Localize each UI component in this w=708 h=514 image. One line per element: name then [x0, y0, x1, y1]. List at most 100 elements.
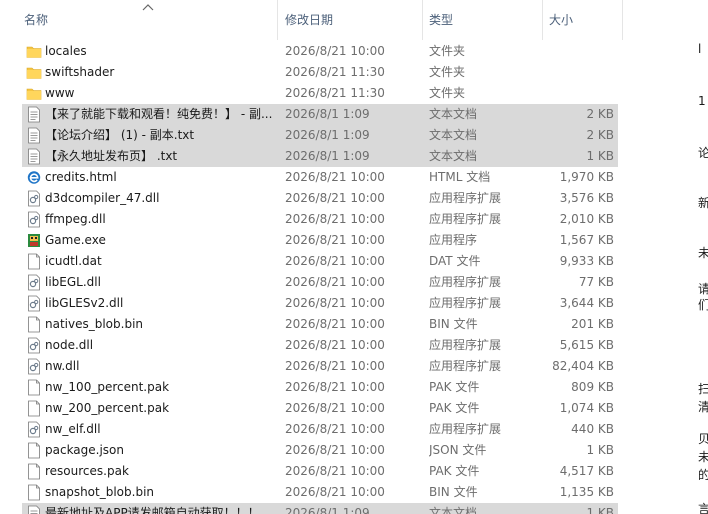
- file-type: BIN 文件: [429, 317, 478, 331]
- blank-file-icon: [26, 400, 42, 417]
- file-type: JSON 文件: [429, 443, 487, 457]
- column-header-date[interactable]: 修改日期: [279, 0, 423, 40]
- file-size: 1,970 KB: [559, 170, 614, 184]
- file-row[interactable]: package.json 2026/8/21 10:00 JSON 文件 1 KB: [0, 440, 694, 461]
- file-row[interactable]: credits.html 2026/8/21 10:00 HTML 文档 1,970 …: [0, 167, 694, 188]
- preview-text: 未: [698, 246, 708, 260]
- file-row[interactable]: nw_elf.dll 2026/8/21 10:00 应用程序扩展 440 KB: [0, 419, 694, 440]
- file-row[interactable]: ffmpeg.dll 2026/8/21 10:00 应用程序扩展 2,010 KB: [0, 209, 694, 230]
- file-size: 9,933 KB: [559, 254, 614, 268]
- file-size: [548, 41, 614, 62]
- file-row[interactable]: www 2026/8/21 11:30 文件夹: [0, 83, 694, 104]
- file-type: 文件夹: [429, 44, 466, 58]
- file-date: 2026/8/21 10:00: [285, 233, 385, 247]
- file-row[interactable]: 最新地址及APP请发邮箱自动获取！！！... 2026/8/1 1:09 文本文档 1…: [0, 503, 694, 514]
- file-size: 4,517 KB: [559, 464, 614, 478]
- preview-text: 扫: [698, 382, 708, 396]
- file-size: 82,404 KB: [552, 359, 614, 373]
- file-type: HTML 文档: [429, 170, 491, 184]
- preview-text: 的: [698, 468, 708, 482]
- file-name: libEGL.dll: [45, 275, 101, 289]
- file-type: PAK 文件: [429, 464, 480, 478]
- file-name: d3dcompiler_47.dll: [45, 191, 160, 205]
- file-size: 809 KB: [571, 380, 614, 394]
- file-size: 1 KB: [586, 443, 614, 457]
- file-row[interactable]: d3dcompiler_47.dll 2026/8/21 10:00 应用程序扩展 3…: [0, 188, 694, 209]
- file-name: node.dll: [45, 338, 94, 352]
- file-row[interactable]: libEGL.dll 2026/8/21 10:00 应用程序扩展 77 KB: [0, 272, 694, 293]
- file-row[interactable]: node.dll 2026/8/21 10:00 应用程序扩展 5,615 KB: [0, 335, 694, 356]
- file-size: 3,644 KB: [559, 296, 614, 310]
- file-date: 2026/8/1 1:09: [285, 149, 370, 163]
- file-size: 5,615 KB: [559, 338, 614, 352]
- file-date: 2026/8/21 10:00: [285, 464, 385, 478]
- file-type: 文本文档: [429, 128, 478, 142]
- folder-icon: [26, 43, 42, 60]
- file-row[interactable]: swiftshader 2026/8/21 11:30 文件夹: [0, 62, 694, 83]
- column-header-name-label: 名称: [24, 13, 49, 27]
- preview-text: 1: [698, 94, 706, 108]
- file-row[interactable]: resources.pak 2026/8/21 10:00 PAK 文件 4,517 …: [0, 461, 694, 482]
- file-name: natives_blob.bin: [45, 317, 144, 331]
- file-row[interactable]: 【永久地址发布页】 .txt 2026/8/1 1:09 文本文档 1 KB: [0, 146, 694, 167]
- file-row[interactable]: icudtl.dat 2026/8/21 10:00 DAT 文件 9,933 KB: [0, 251, 694, 272]
- file-size: [548, 83, 614, 104]
- file-type: PAK 文件: [429, 380, 480, 394]
- file-date: 2026/8/21 10:00: [285, 485, 385, 499]
- file-row[interactable]: 【论坛介绍】 (1) - 副本.txt 2026/8/1 1:09 文本文档 2 KB: [0, 125, 694, 146]
- file-row[interactable]: nw_100_percent.pak 2026/8/21 10:00 PAK 文件 8…: [0, 377, 694, 398]
- file-type: 文本文档: [429, 107, 478, 121]
- dll-file-icon: [26, 274, 42, 291]
- file-name: Game.exe: [45, 233, 106, 247]
- file-name: ffmpeg.dll: [45, 212, 106, 226]
- blank-file-icon: [26, 316, 42, 333]
- file-type: 文件夹: [429, 86, 466, 100]
- preview-text: l: [698, 42, 702, 56]
- file-date: 2026/8/21 10:00: [285, 380, 385, 394]
- file-name: nw_100_percent.pak: [45, 380, 170, 394]
- file-row[interactable]: libGLESv2.dll 2026/8/21 10:00 应用程序扩展 3,644 …: [0, 293, 694, 314]
- file-date: 2026/8/21 10:00: [285, 44, 385, 58]
- file-name: 【论坛介绍】 (1) - 副本.txt: [45, 128, 195, 142]
- file-row[interactable]: nw_200_percent.pak 2026/8/21 10:00 PAK 文件 1…: [0, 398, 694, 419]
- file-date: 2026/8/21 10:00: [285, 275, 385, 289]
- file-name: 【来了就能下载和观看！纯免费！】 - 副...: [45, 107, 273, 121]
- file-date: 2026/8/21 10:00: [285, 338, 385, 352]
- file-row[interactable]: nw.dll 2026/8/21 10:00 应用程序扩展 82,404 KB: [0, 356, 694, 377]
- preview-pane: l1论新未请们扫清贝未的言: [694, 0, 708, 514]
- file-row[interactable]: Game.exe 2026/8/21 10:00 应用程序 1,567 KB: [0, 230, 694, 251]
- blank-file-icon: [26, 253, 42, 270]
- dll-file-icon: [26, 211, 42, 228]
- file-row[interactable]: locales 2026/8/21 10:00 文件夹: [0, 41, 694, 62]
- file-name: locales: [45, 44, 87, 58]
- dll-file-icon: [26, 358, 42, 375]
- file-type: 应用程序扩展: [429, 359, 502, 373]
- file-date: 2026/8/21 10:00: [285, 317, 385, 331]
- file-name: package.json: [45, 443, 125, 457]
- file-type: 应用程序扩展: [429, 191, 502, 205]
- file-row[interactable]: snapshot_blob.bin 2026/8/21 10:00 BIN 文件 1,…: [0, 482, 694, 503]
- file-name: libGLESv2.dll: [45, 296, 124, 310]
- folder-icon: [26, 64, 42, 81]
- dll-file-icon: [26, 295, 42, 312]
- preview-text: 未: [698, 450, 708, 464]
- file-size: 1,567 KB: [559, 233, 614, 247]
- file-type: BIN 文件: [429, 485, 478, 499]
- file-row[interactable]: 【来了就能下载和观看！纯免费！】 - 副... 2026/8/1 1:09 文本文档…: [0, 104, 694, 125]
- file-row[interactable]: natives_blob.bin 2026/8/21 10:00 BIN 文件 201…: [0, 314, 694, 335]
- file-date: 2026/8/21 10:00: [285, 443, 385, 457]
- file-name: 【永久地址发布页】 .txt: [45, 149, 178, 163]
- column-header-size[interactable]: 大小: [543, 0, 623, 40]
- file-date: 2026/8/21 10:00: [285, 191, 385, 205]
- file-type: 文件夹: [429, 65, 466, 79]
- file-type: 文本文档: [429, 149, 478, 163]
- file-date: 2026/8/21 10:00: [285, 170, 385, 184]
- file-date: 2026/8/21 11:30: [285, 86, 385, 100]
- file-name: nw.dll: [45, 359, 80, 373]
- file-size: 440 KB: [571, 422, 614, 436]
- file-type: 文本文档: [429, 506, 478, 514]
- file-size: 1,074 KB: [559, 401, 614, 415]
- column-header-type[interactable]: 类型: [423, 0, 543, 40]
- file-type: 应用程序扩展: [429, 422, 502, 436]
- file-size: 2,010 KB: [559, 212, 614, 226]
